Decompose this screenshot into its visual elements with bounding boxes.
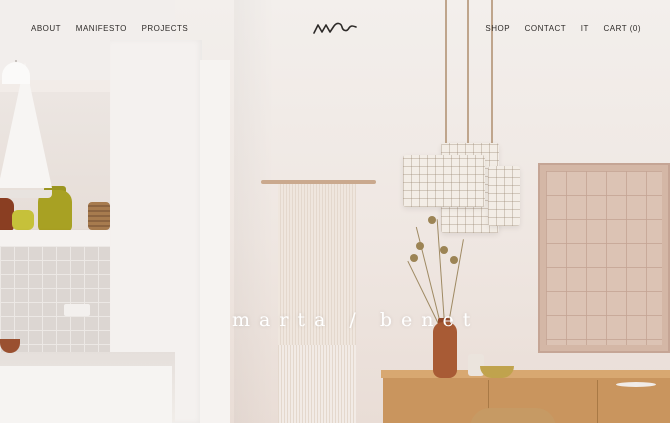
wall-hanging-fringe [278,345,356,423]
wall-column [200,60,230,423]
dried-flower-head [416,242,424,250]
wall-socket [64,304,90,316]
primary-nav: ABOUT MANIFESTO PROJECTS [31,24,200,33]
counter-edge [0,366,172,423]
white-plate [616,382,656,387]
tile-artwork-pattern [546,171,662,345]
cart-link[interactable]: CART (0) [604,24,642,33]
nav-shop[interactable]: SHOP [485,24,510,33]
woven-pendant-shade [403,155,485,207]
tiled-backsplash [0,246,111,352]
woven-pendant-shade [488,166,520,226]
pendant-lamp-top [2,62,30,84]
hero-photo [0,0,670,423]
dried-flower-head [440,246,448,254]
dried-flowers [407,212,470,325]
dried-flower-head [428,216,436,224]
wall-shadow [234,0,274,423]
pendant-cord [467,0,469,145]
pendant-lamp-rim [0,190,52,198]
sideboard-top [381,370,670,378]
yellow-cup [12,210,34,230]
framed-tile-artwork [538,163,670,353]
woven-basket [88,202,110,230]
pendant-cord [445,0,447,157]
dried-flower-head [410,254,418,262]
dried-flower-head [450,256,458,264]
nav-about[interactable]: ABOUT [31,24,61,33]
kitchen-shelf [0,230,111,246]
brand-wordmark: marta / benet [232,309,480,331]
nav-projects[interactable]: PROJECTS [142,24,189,33]
secondary-nav: SHOP CONTACT IT CART (0) [473,24,641,33]
language-switch[interactable]: IT [581,24,589,33]
nav-manifesto[interactable]: MANIFESTO [76,24,127,33]
nav-contact[interactable]: CONTACT [525,24,566,33]
wooden-chair-back [470,408,556,423]
sideboard-door-seam [597,380,598,423]
ms-signature-logo-icon[interactable] [313,20,357,36]
